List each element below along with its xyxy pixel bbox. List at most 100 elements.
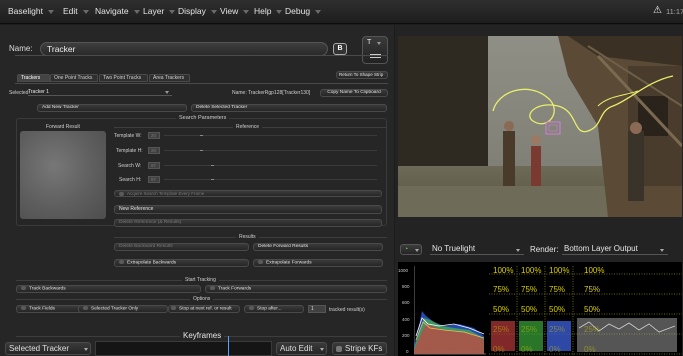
menu-help[interactable]: Help — [254, 6, 283, 16]
chevron-down-icon — [516, 249, 520, 252]
name-field[interactable]: Tracker — [40, 42, 328, 56]
selected-tracker-only-toggle[interactable]: Selected Tracker Only — [78, 305, 168, 313]
extrapolate-backwards-toggle[interactable]: Extrapolate Backwards — [114, 259, 249, 267]
template-h-field[interactable]: 20 — [148, 147, 160, 154]
template-h-label: Template H: — [116, 148, 143, 154]
chevron-down-icon — [243, 9, 250, 14]
track-backwards-button[interactable]: Track Backwards — [16, 285, 201, 293]
search-w-field[interactable]: 97 — [148, 162, 160, 169]
tab-two-point-tracks[interactable]: Two Point Tracks — [99, 74, 148, 82]
return-to-shape-strip-button[interactable]: Return To Shape Strip — [336, 71, 388, 79]
timeline-cursor[interactable] — [228, 336, 229, 356]
keyframes-selected-tracker-dropdown[interactable]: Selected Tracker — [5, 342, 91, 355]
delete-reference-button[interactable]: Delete Reference (& Results) — [114, 219, 382, 227]
menu-navigate[interactable]: Navigate — [95, 6, 140, 16]
toggle-icon — [119, 260, 124, 264]
menu-label: Layer — [143, 6, 165, 16]
menu-bar: Baselight Edit Navigate Layer Display Vi… — [0, 0, 683, 24]
scope-percent-label: 50% — [521, 305, 538, 314]
copy-name-button[interactable]: Copy Name To Clipboard — [320, 89, 388, 97]
selected-value: Tracker 1 — [28, 89, 49, 95]
scope-percent-label: 25% — [493, 325, 510, 334]
track-forwards-label: Track Forwards — [218, 286, 252, 292]
delete-backward-results-button[interactable]: Delete Backward Results — [114, 243, 249, 251]
scope-icon: ◔ — [404, 246, 409, 253]
chevron-down-icon — [47, 9, 54, 14]
track-fields-toggle[interactable]: Track Fields — [16, 305, 84, 313]
selected-label: Selected: — [9, 90, 30, 96]
stop-at-next-ref-label: Stop at next ref. or result — [179, 306, 232, 312]
search-w-label: Search W: — [118, 163, 142, 169]
stripe-kfs-toggle[interactable]: Stripe KFs — [332, 342, 387, 355]
menu-label: View — [220, 6, 239, 16]
name-label: Name: — [9, 44, 33, 53]
stop-after-count-field[interactable]: 1 — [308, 305, 326, 313]
stripe-kfs-label: Stripe KFs — [345, 344, 383, 353]
auto-edit-dropdown[interactable]: Auto Edit — [276, 342, 327, 355]
warning-icon[interactable]: ⚠ — [653, 5, 662, 16]
toggle-icon — [249, 306, 254, 310]
search-h-slider[interactable] — [164, 179, 377, 180]
track-forwards-button[interactable]: Track Forwards — [205, 285, 387, 293]
selected-tracker-only-label: Selected Tracker Only — [91, 306, 139, 312]
extrapolate-forwards-toggle[interactable]: Extrapolate Forwards — [253, 259, 383, 267]
t-menu-button[interactable]: T — [362, 36, 388, 64]
menu-view[interactable]: View — [220, 6, 250, 16]
render-dropdown[interactable]: Bottom Layer Output — [562, 244, 668, 255]
template-w-field[interactable]: 20 — [148, 132, 160, 139]
scope-mode-button[interactable]: ◔ — [400, 244, 422, 255]
toggle-icon — [210, 286, 215, 290]
scope-percent-label: 25% — [584, 325, 601, 334]
selected-tracker-dropdown[interactable]: Tracker 1 — [28, 89, 172, 96]
menu-label: Debug — [285, 6, 311, 16]
chevron-down-icon — [165, 91, 169, 94]
toggle-icon — [258, 260, 263, 264]
scope-percent-label: 75% — [549, 285, 566, 294]
chevron-down-icon — [210, 9, 217, 14]
scope-percent-label: 100% — [493, 266, 514, 275]
acquire-label: Acquire Search Template Every Frame — [127, 191, 205, 196]
rgb-histogram — [414, 266, 486, 355]
scope-percent-label: 25% — [549, 325, 566, 334]
checkbox-icon — [119, 191, 124, 196]
delete-selected-tracker-button[interactable]: Delete Selected Tracker — [191, 104, 387, 112]
tab-area-trackers[interactable]: Area Trackers — [149, 74, 190, 82]
template-w-slider[interactable] — [164, 135, 377, 136]
tab-one-point-tracks[interactable]: One Point Tracks — [50, 74, 98, 82]
delete-forward-results-button[interactable]: Delete Forward Results — [253, 243, 383, 251]
y-tick: 0 — [406, 349, 409, 354]
menu-debug[interactable]: Debug — [285, 6, 322, 16]
scope-percent-label: 75% — [493, 285, 510, 294]
menu-edit[interactable]: Edit — [63, 6, 89, 16]
chevron-down-icon — [415, 249, 419, 252]
scope-percent-label: 0% — [493, 345, 505, 354]
acquire-template-checkbox[interactable]: Acquire Search Template Every Frame — [114, 190, 382, 197]
b-button[interactable]: B — [333, 43, 347, 55]
chevron-down-icon — [82, 9, 89, 14]
search-w-slider[interactable] — [164, 165, 377, 166]
menu-layer[interactable]: Layer — [143, 6, 176, 16]
tab-trackers[interactable]: Trackers — [17, 74, 50, 82]
stop-after-toggle[interactable]: Stop after... — [244, 305, 304, 313]
truelight-dropdown[interactable]: No Truelight — [430, 244, 524, 255]
menu-baselight[interactable]: Baselight — [8, 6, 54, 16]
scope-percent-label: 0% — [549, 345, 561, 354]
keyframe-timeline[interactable] — [95, 336, 272, 356]
chevron-down-icon — [169, 9, 176, 14]
scope-percent-label: 0% — [521, 345, 533, 354]
stop-at-next-ref-toggle[interactable]: Stop at next ref. or result — [168, 305, 240, 313]
truelight-label: No Truelight — [432, 244, 476, 253]
template-h-slider[interactable] — [164, 150, 377, 151]
toggle-icon — [83, 306, 88, 310]
search-h-field[interactable]: 97 — [148, 176, 160, 183]
menu-label: Baselight — [8, 6, 43, 16]
chevron-down-icon — [320, 348, 324, 351]
options-title: Options — [190, 296, 214, 302]
add-new-tracker-button[interactable]: Add New Tracker — [37, 104, 187, 112]
scope-percent-label: 100% — [584, 266, 605, 275]
keyframes-title: Keyframes — [180, 331, 225, 340]
video-viewer[interactable] — [398, 36, 682, 217]
toggle-icon — [336, 345, 342, 352]
new-reference-button[interactable]: New Reference — [114, 205, 382, 214]
menu-display[interactable]: Display — [178, 6, 217, 16]
